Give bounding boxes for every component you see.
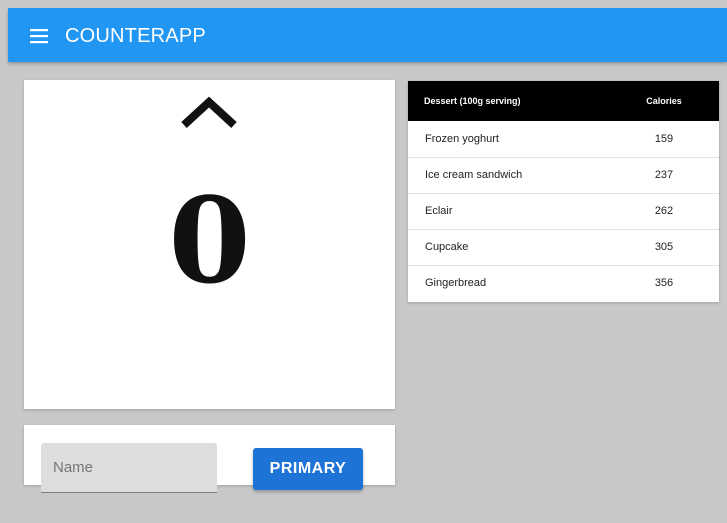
dessert-table-card: Dessert (100g serving) Calories Frozen y…	[408, 81, 719, 302]
table-row[interactable]: Eclair 262	[408, 193, 719, 229]
table-header-row: Dessert (100g serving) Calories	[408, 81, 719, 121]
dessert-calories: 159	[654, 132, 674, 145]
column-header-dessert[interactable]: Dessert (100g serving)	[408, 81, 609, 121]
table-row[interactable]: Frozen yoghurt 159	[408, 121, 719, 157]
table-row[interactable]: Cupcake 305	[408, 229, 719, 265]
dessert-name: Frozen yoghurt	[425, 132, 499, 145]
dessert-calories: 237	[654, 169, 674, 181]
primary-button[interactable]: PRIMARY	[253, 448, 363, 490]
dessert-name: Eclair	[425, 205, 453, 217]
menu-icon[interactable]	[30, 28, 48, 44]
app-bar: COUNTERAPP	[8, 8, 727, 62]
counter-card: 0	[24, 80, 395, 409]
dessert-name: Cupcake	[425, 241, 469, 253]
name-input[interactable]	[41, 443, 217, 493]
dessert-calories: 305	[654, 241, 674, 253]
form-card: PRIMARY	[24, 425, 395, 493]
column-header-calories[interactable]: Calories	[609, 81, 719, 121]
dessert-name: Ice cream sandwich	[425, 169, 523, 181]
app-title: COUNTERAPP	[65, 25, 206, 47]
counter-value: 0	[168, 171, 251, 310]
dessert-table: Dessert (100g serving) Calories Frozen y…	[408, 81, 719, 301]
dessert-calories: 356	[654, 277, 674, 290]
table-row[interactable]: Ice cream sandwich 237	[408, 157, 719, 193]
dessert-calories: 262	[654, 205, 674, 217]
chevron-up-icon[interactable]	[179, 94, 239, 130]
table-row[interactable]: Gingerbread 356	[408, 265, 719, 301]
dessert-name: Gingerbread	[425, 277, 487, 290]
